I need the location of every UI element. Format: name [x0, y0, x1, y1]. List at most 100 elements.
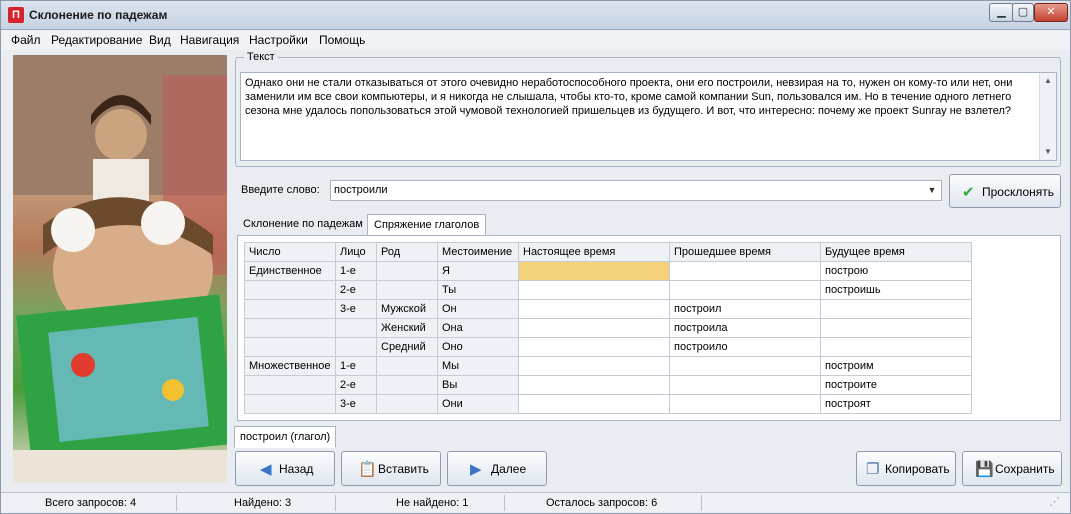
menu-edit[interactable]: Редактирование	[51, 33, 142, 47]
word-label: Введите слово:	[241, 184, 320, 196]
word-value: построили	[334, 184, 388, 196]
table-cell[interactable]: построил	[669, 299, 821, 319]
table-cell: Он	[437, 299, 519, 319]
table-cell[interactable]	[669, 394, 821, 414]
next-button[interactable]: ▶ Далее	[447, 451, 547, 486]
word-combobox[interactable]: построили ▼	[330, 180, 942, 201]
table-cell[interactable]: построите	[820, 375, 972, 395]
resize-grip-icon[interactable]: ⋰	[1049, 495, 1060, 508]
decline-button[interactable]: ✔ Просклонять	[949, 174, 1061, 208]
table-cell	[244, 394, 336, 414]
status-separator	[335, 495, 336, 511]
table-row: 2-е Вы построите	[244, 375, 972, 395]
table-cell: Оно	[437, 337, 519, 357]
status-bar: Всего запросов: 4 Найдено: 3 Не найдено:…	[1, 492, 1070, 513]
table-cell[interactable]	[518, 299, 670, 319]
table-cell: 2-е	[335, 280, 377, 300]
table-cell[interactable]	[518, 375, 670, 395]
scroll-down-icon[interactable]: ▼	[1042, 146, 1054, 158]
table-cell: Женский	[376, 318, 438, 338]
table-cell[interactable]	[518, 280, 670, 300]
scroll-up-icon[interactable]: ▲	[1042, 75, 1054, 87]
table-cell[interactable]	[820, 318, 972, 338]
table-cell: Ты	[437, 280, 519, 300]
col-header-pronoun: Местоимение	[437, 242, 519, 262]
next-button-label: Далее	[491, 462, 527, 476]
maximize-button[interactable]: ▢	[1012, 3, 1034, 22]
col-header-past: Прошедшее время	[669, 242, 821, 262]
menu-navigation[interactable]: Навигация	[180, 33, 239, 47]
table-cell: Вы	[437, 375, 519, 395]
menu-file[interactable]: Файл	[11, 33, 41, 47]
table-cell	[244, 337, 336, 357]
table-cell	[244, 299, 336, 319]
table-cell	[376, 280, 438, 300]
tab-declension[interactable]: Склонение по падежам	[237, 214, 369, 236]
table-cell[interactable]	[669, 261, 821, 281]
table-cell[interactable]	[669, 375, 821, 395]
menu-view[interactable]: Вид	[149, 33, 171, 47]
table-cell	[376, 356, 438, 376]
table-cell[interactable]	[669, 280, 821, 300]
text-scrollbar[interactable]: ▲ ▼	[1039, 73, 1056, 160]
text-content: Однако они не стали отказываться от этог…	[245, 77, 1013, 117]
decline-button-label: Просклонять	[982, 185, 1055, 199]
table-cell[interactable]	[820, 337, 972, 357]
table-cell: Мужской	[376, 299, 438, 319]
table-cell[interactable]	[518, 318, 670, 338]
table-row: Единственное 1-е Я построю	[244, 261, 972, 281]
status-found: Найдено: 3	[234, 497, 292, 509]
tab-conjugation[interactable]: Спряжение глаголов	[367, 214, 487, 236]
menu-settings[interactable]: Настройки	[249, 33, 308, 47]
photo-illustration	[13, 55, 227, 483]
text-area[interactable]: Однако они не стали отказываться от этог…	[240, 72, 1057, 161]
table-cell	[376, 375, 438, 395]
close-button[interactable]: ✕	[1034, 3, 1068, 22]
save-button[interactable]: 💾 Сохранить	[962, 451, 1062, 486]
table-cell[interactable]: построят	[820, 394, 972, 414]
table-cell[interactable]	[820, 299, 972, 319]
chevron-down-icon[interactable]: ▼	[924, 182, 940, 199]
table-row: 2-е Ты построишь	[244, 280, 972, 300]
table-cell	[376, 394, 438, 414]
col-header-future: Будущее время	[820, 242, 972, 262]
app-window: П Склонение по падежам ▁ ▢ ✕ Файл Редакт…	[0, 0, 1071, 514]
copy-icon: ❐	[866, 461, 880, 478]
table-cell[interactable]: построишь	[820, 280, 972, 300]
menu-help[interactable]: Помощь	[319, 33, 365, 47]
table-row: Женский Она построила	[244, 318, 972, 338]
copy-button[interactable]: ❐ Копировать	[856, 451, 956, 486]
paste-button[interactable]: 📋 Вставить	[341, 451, 441, 486]
minimize-button[interactable]: ▁	[989, 3, 1014, 22]
table-cell[interactable]	[518, 394, 670, 414]
table-cell[interactable]	[669, 356, 821, 376]
col-header-number: Число	[244, 242, 336, 262]
table-cell[interactable]	[518, 337, 670, 357]
table-cell-selected[interactable]	[518, 261, 670, 281]
table-cell[interactable]: построю	[820, 261, 972, 281]
col-header-person: Лицо	[335, 242, 377, 262]
table-cell: Я	[437, 261, 519, 281]
copy-button-label: Копировать	[885, 462, 950, 476]
table-cell: 2-е	[335, 375, 377, 395]
table-cell: 1-е	[335, 261, 377, 281]
table-cell[interactable]: построило	[669, 337, 821, 357]
table-cell[interactable]: построила	[669, 318, 821, 338]
table-cell: 1-е	[335, 356, 377, 376]
table-header-row: Число Лицо Род Местоимение Настоящее вре…	[244, 242, 972, 262]
result-tab[interactable]: построил (глагол)	[234, 426, 337, 448]
table-cell	[244, 280, 336, 300]
status-not-found: Не найдено: 1	[396, 497, 469, 509]
floppy-disk-icon: 💾	[975, 461, 994, 478]
window-title: Склонение по падежам	[29, 8, 168, 22]
status-separator	[504, 495, 505, 511]
menu-bar: Файл Редактирование Вид Навигация Настро…	[1, 30, 1070, 50]
back-button[interactable]: ◀ Назад	[235, 451, 335, 486]
table-cell[interactable]	[518, 356, 670, 376]
text-group-label: Текст	[244, 51, 278, 63]
save-button-label: Сохранить	[995, 462, 1055, 476]
col-header-gender: Род	[376, 242, 438, 262]
status-separator	[176, 495, 177, 511]
table-cell: Средний	[376, 337, 438, 357]
table-cell[interactable]: построим	[820, 356, 972, 376]
